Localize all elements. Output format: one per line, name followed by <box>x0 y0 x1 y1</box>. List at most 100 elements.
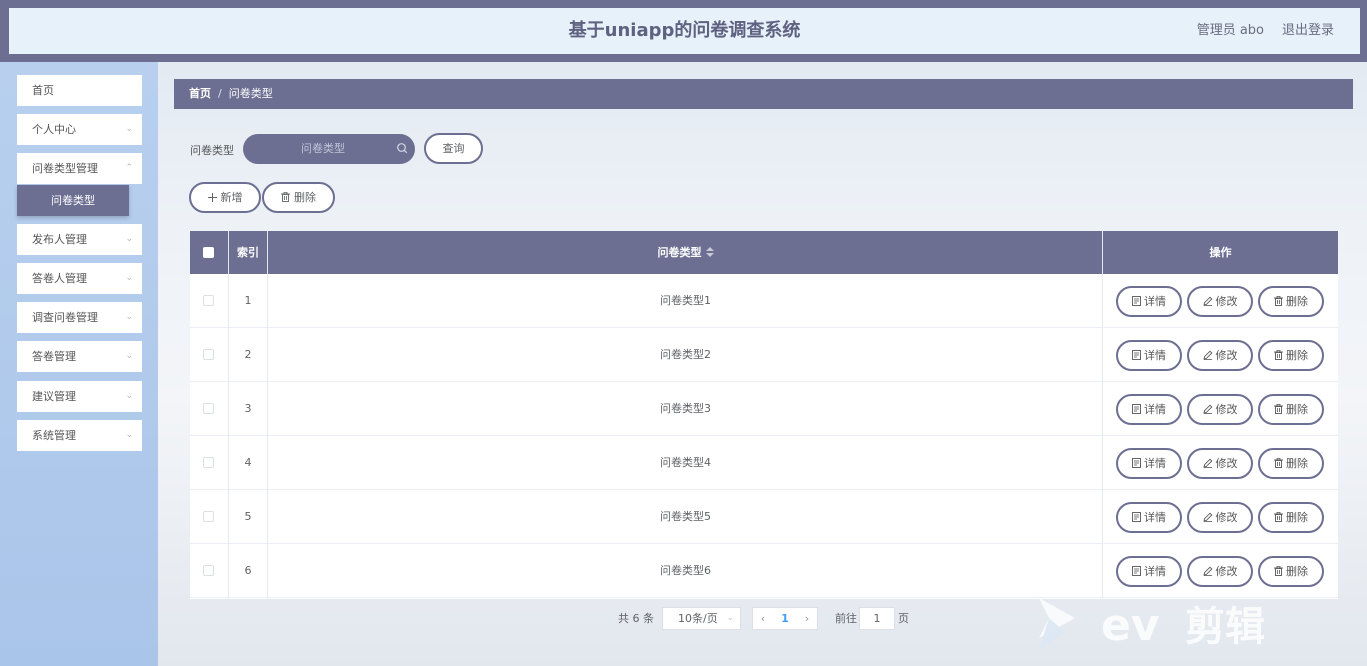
cell-index: 1 <box>244 294 252 307</box>
trash-icon <box>281 185 290 212</box>
trash-icon <box>1274 343 1283 370</box>
sidebar-item-survey-management[interactable]: 调查问卷管理 ⌄ <box>17 302 142 333</box>
row-checkbox[interactable] <box>203 403 214 414</box>
breadcrumb: 首页 / 问卷类型 <box>174 79 1353 109</box>
cell-index: 2 <box>244 348 252 361</box>
add-button[interactable]: 新增 <box>189 182 261 213</box>
breadcrumb-separator: / <box>218 87 222 100</box>
edit-button-label: 修改 <box>1215 457 1238 470</box>
cell-questionnaire-type: 问卷类型5 <box>660 510 711 523</box>
plus-icon <box>207 185 217 212</box>
trash-icon <box>1274 451 1283 478</box>
edit-button-label: 修改 <box>1215 565 1238 578</box>
detail-button-label: 详情 <box>1144 511 1166 524</box>
user-name: 管理员 abo <box>1196 23 1264 38</box>
row-checkbox[interactable] <box>203 457 214 468</box>
sidebar-item-answer-management[interactable]: 答卷管理 ⌄ <box>17 341 142 372</box>
page-number-current[interactable]: 1 <box>777 608 793 629</box>
delete-button[interactable]: 删除 <box>1258 394 1324 425</box>
edit-icon <box>1202 559 1213 586</box>
table-row: 2 问卷类型2 详情 修改 删除 <box>190 328 1338 382</box>
delete-button[interactable]: 删除 <box>1258 448 1324 479</box>
logout-link[interactable]: 退出登录 <box>1282 8 1334 54</box>
delete-button[interactable]: 删除 <box>1258 556 1324 587</box>
detail-button[interactable]: 详情 <box>1116 448 1182 479</box>
document-icon <box>1132 559 1141 586</box>
sidebar-item-questionnaire-type-management[interactable]: 问卷类型管理 ⌃ <box>17 153 142 184</box>
table-row: 3 问卷类型3 详情 修改 删除 <box>190 382 1338 436</box>
svg-text:ev: ev <box>1101 600 1160 651</box>
cell-index: 4 <box>244 456 252 469</box>
sidebar-item-respondent-management[interactable]: 答卷人管理 ⌄ <box>17 263 142 294</box>
row-checkbox[interactable] <box>203 511 214 522</box>
row-checkbox[interactable] <box>203 349 214 360</box>
row-checkbox[interactable] <box>203 295 214 306</box>
sort-icon[interactable] <box>705 232 714 275</box>
edit-button-label: 修改 <box>1215 511 1238 524</box>
goto-page-input[interactable] <box>859 607 895 630</box>
select-all-checkbox[interactable] <box>203 247 214 258</box>
sidebar-item-suggestion-management[interactable]: 建议管理 ⌄ <box>17 381 142 412</box>
detail-button-label: 详情 <box>1144 457 1166 470</box>
cell-questionnaire-type: 问卷类型3 <box>660 402 711 415</box>
column-header-type[interactable]: 问卷类型 <box>268 231 1103 274</box>
edit-button[interactable]: 修改 <box>1187 340 1253 371</box>
batch-delete-button[interactable]: 删除 <box>262 182 335 213</box>
breadcrumb-home[interactable]: 首页 <box>189 87 211 100</box>
sidebar-item-label: 系统管理 <box>32 429 76 442</box>
sidebar-item-system-management[interactable]: 系统管理 ⌄ <box>17 420 142 451</box>
delete-button[interactable]: 删除 <box>1258 502 1324 533</box>
top-bar: 基于uniapp的问卷调查系统 管理员 abo 退出登录 <box>0 0 1367 62</box>
detail-button[interactable]: 详情 <box>1116 340 1182 371</box>
chevron-down-icon: ⌄ <box>125 351 133 361</box>
table-row: 4 问卷类型4 详情 修改 删除 <box>190 436 1338 490</box>
edit-button-label: 修改 <box>1215 403 1238 416</box>
sidebar-item-label: 答卷人管理 <box>32 272 87 285</box>
next-page-button[interactable]: › <box>799 608 815 629</box>
svg-text:剪辑: 剪辑 <box>1185 604 1265 650</box>
detail-button[interactable]: 详情 <box>1116 286 1182 317</box>
sidebar-item-home[interactable]: 首页 <box>17 75 142 106</box>
document-icon <box>1132 343 1141 370</box>
edit-icon <box>1202 451 1213 478</box>
trash-icon <box>1274 289 1283 316</box>
edit-button[interactable]: 修改 <box>1187 502 1253 533</box>
prev-page-button[interactable]: ‹ <box>755 608 771 629</box>
page-size-select[interactable]: 10条/页 ⌄ <box>662 607 741 630</box>
sidebar-subitem-questionnaire-type[interactable]: 问卷类型 <box>17 185 129 216</box>
batch-delete-label: 删除 <box>294 191 316 204</box>
pagination-total: 共 6 条 <box>618 612 654 625</box>
edit-button-label: 修改 <box>1215 349 1238 362</box>
delete-button-label: 删除 <box>1286 457 1308 470</box>
detail-button-label: 详情 <box>1144 295 1166 308</box>
chevron-down-icon: ⌄ <box>125 273 133 283</box>
cell-questionnaire-type: 问卷类型4 <box>660 456 711 469</box>
row-checkbox[interactable] <box>203 565 214 576</box>
column-header-index: 索引 <box>237 246 259 259</box>
detail-button[interactable]: 详情 <box>1116 556 1182 587</box>
detail-button-label: 详情 <box>1144 403 1166 416</box>
delete-button[interactable]: 删除 <box>1258 340 1324 371</box>
edit-button[interactable]: 修改 <box>1187 448 1253 479</box>
table-row: 6 问卷类型6 详情 修改 删除 <box>190 544 1338 598</box>
table-header: 索引 问卷类型 操作 <box>190 231 1338 274</box>
sidebar-item-personal-center[interactable]: 个人中心 ⌄ <box>17 114 142 145</box>
edit-icon <box>1202 397 1213 424</box>
edit-button[interactable]: 修改 <box>1187 286 1253 317</box>
edit-button[interactable]: 修改 <box>1187 394 1253 425</box>
detail-button[interactable]: 详情 <box>1116 502 1182 533</box>
query-button[interactable]: 查询 <box>424 133 483 164</box>
chevron-down-icon: ⌄ <box>125 430 133 440</box>
goto-label: 前往 <box>835 612 857 625</box>
column-header-type-label: 问卷类型 <box>657 246 702 259</box>
document-icon <box>1132 505 1141 532</box>
sidebar-item-label: 问卷类型管理 <box>32 162 98 175</box>
header-panel: 基于uniapp的问卷调查系统 管理员 abo 退出登录 <box>9 8 1360 54</box>
sidebar-item-label: 首页 <box>32 84 54 97</box>
edit-button[interactable]: 修改 <box>1187 556 1253 587</box>
sidebar-item-publisher-management[interactable]: 发布人管理 ⌄ <box>17 224 142 255</box>
search-placeholder: 问卷类型 <box>301 142 345 155</box>
detail-button[interactable]: 详情 <box>1116 394 1182 425</box>
delete-button[interactable]: 删除 <box>1258 286 1324 317</box>
trash-icon <box>1274 397 1283 424</box>
